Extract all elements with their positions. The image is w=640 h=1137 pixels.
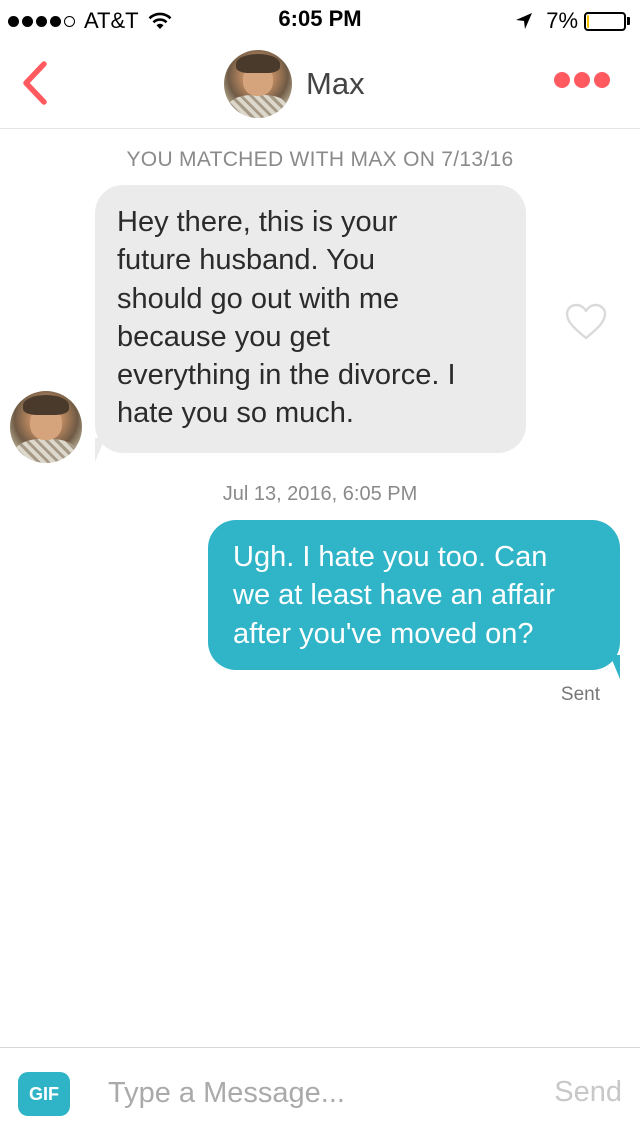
chevron-left-icon [23,61,47,105]
battery-icon [584,11,626,31]
message-line: should go out with me [117,282,400,315]
battery-fill [587,14,589,28]
send-button[interactable]: Send [554,1076,622,1109]
message-line: hate you so much. [117,397,354,430]
delivery-status: Sent [560,684,600,705]
avatar[interactable] [224,50,292,118]
contact-name[interactable]: Max [306,66,365,102]
message-line: Ugh. I hate you too. Can [233,541,548,573]
back-button[interactable] [14,58,58,108]
incoming-message[interactable]: Hey there, this is your future husband. … [95,185,526,453]
message-line: Hey there, this is your [117,206,398,238]
like-message-button[interactable] [565,303,607,341]
gif-button[interactable]: GIF [18,1072,70,1116]
avatar-hair [22,395,70,416]
location-arrow-icon [516,13,533,29]
sender-avatar[interactable] [10,391,82,463]
avatar-hair [236,54,280,74]
battery-tip [627,17,630,25]
status-right: 7% [514,8,630,34]
message-line: because you get [117,320,330,353]
message-line: after you've moved on? [233,617,534,650]
outgoing-message[interactable]: Ugh. I hate you too. Can we at least hav… [208,520,620,670]
battery-percent: 7% [546,8,578,33]
heart-icon [565,303,607,340]
more-dot [554,72,570,88]
contact-info[interactable]: Max [224,50,365,118]
more-dot [594,72,610,88]
incoming-bubble-tail [95,438,105,462]
more-options-button[interactable] [550,72,610,88]
message-composer: GIF Send [0,1047,640,1137]
chat-header: Max [0,40,640,129]
match-notice: YOU MATCHED WITH MAX ON 7/13/16 [126,148,514,171]
message-input[interactable] [108,1068,528,1118]
avatar-shirt [13,438,79,463]
message-timestamp: Jul 13, 2016, 6:05 PM [222,483,418,505]
outgoing-bubble-tail [610,655,620,679]
message-line: future husband. You [117,244,376,277]
avatar-shirt [227,94,289,118]
message-line: everything in the divorce. I [117,359,456,392]
more-dot [574,72,590,88]
status-bar: AT&T 6:05 PM 7% [0,0,640,40]
message-line: we at least have an affair [233,579,555,612]
